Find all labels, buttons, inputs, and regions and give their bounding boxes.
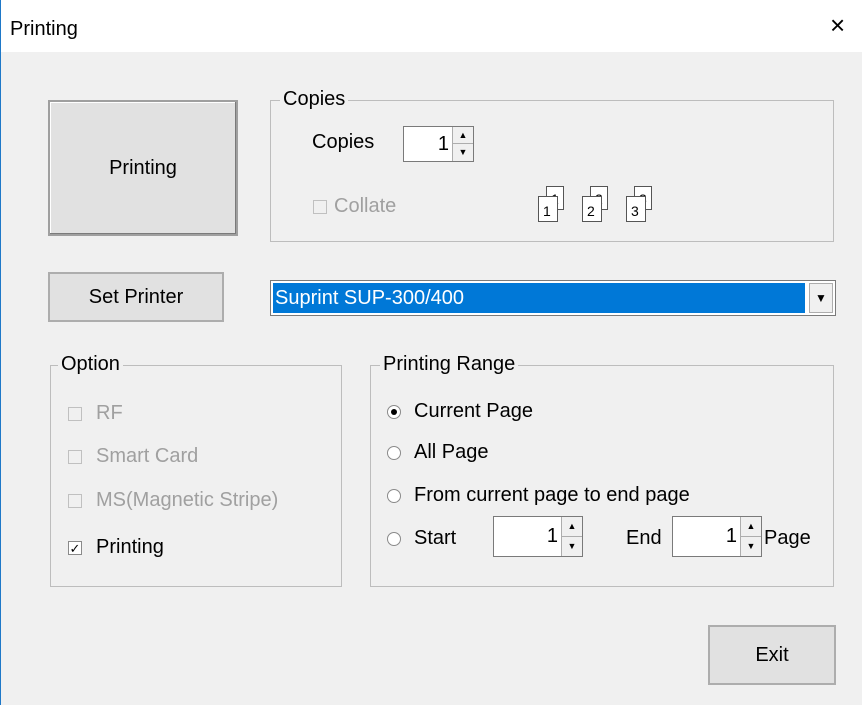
magnetic-stripe-label: MS(Magnetic Stripe) — [96, 489, 279, 511]
exit-label: Exit — [755, 643, 789, 666]
close-icon[interactable]: × — [830, 12, 845, 38]
end-page-value: 1 — [725, 525, 737, 547]
spin-up-icon[interactable]: ▲ — [741, 517, 761, 537]
printing-button-label: Printing — [109, 156, 177, 179]
radio-selected-dot — [391, 409, 397, 415]
copies-value: 1 — [437, 132, 449, 155]
printing-button[interactable]: Printing — [48, 100, 238, 236]
all-page-radio[interactable] — [387, 446, 401, 460]
option-legend: Option — [58, 353, 123, 376]
title-bar — [0, 0, 862, 52]
exit-button[interactable]: Exit — [708, 625, 836, 685]
spin-down-icon[interactable]: ▼ — [741, 537, 761, 557]
window-title: Printing — [10, 18, 78, 40]
printing-checkbox[interactable]: ✓ — [68, 541, 82, 555]
option-group — [50, 365, 342, 587]
spin-down-icon[interactable]: ▼ — [562, 537, 582, 557]
all-page-label: All Page — [414, 441, 489, 463]
printing-option-label: Printing — [96, 536, 164, 558]
collate-checkbox[interactable] — [313, 200, 327, 214]
magnetic-stripe-checkbox[interactable] — [68, 494, 82, 508]
start-label: Start — [414, 527, 457, 549]
page-label: Page — [764, 527, 811, 549]
collate-label: Collate — [334, 195, 397, 217]
current-to-end-radio[interactable] — [387, 489, 401, 503]
current-page-label: Current Page — [414, 400, 533, 422]
current-to-end-label: From current page to end page — [414, 484, 690, 506]
printer-select[interactable]: Suprint SUP-300/400 ▼ — [270, 280, 836, 316]
start-radio[interactable] — [387, 532, 401, 546]
spin-up-icon[interactable]: ▲ — [453, 127, 473, 144]
window-border — [0, 0, 1, 705]
printing-range-group — [370, 365, 834, 587]
copies-spinner[interactable]: 1 ▲ ▼ — [403, 126, 474, 162]
copies-spinner-arrows: ▲ ▼ — [452, 127, 473, 161]
copies-label: Copies — [312, 131, 375, 153]
chevron-down-icon[interactable]: ▼ — [809, 283, 833, 313]
end-label: End — [626, 527, 662, 549]
spin-down-icon[interactable]: ▼ — [453, 144, 473, 161]
printing-range-legend: Printing Range — [380, 353, 519, 376]
current-page-radio[interactable] — [387, 405, 401, 419]
page-front-2: 2 — [582, 196, 602, 222]
start-page-value: 1 — [546, 525, 558, 547]
check-icon: ✓ — [69, 540, 81, 556]
smart-card-label: Smart Card — [96, 445, 199, 467]
page-number: 3 — [631, 203, 639, 219]
page-number: 1 — [543, 203, 551, 219]
spin-up-icon[interactable]: ▲ — [562, 517, 582, 537]
end-spinner-arrows: ▲ ▼ — [740, 517, 761, 556]
copies-legend: Copies — [280, 88, 349, 111]
rf-checkbox[interactable] — [68, 407, 82, 421]
start-spinner-arrows: ▲ ▼ — [561, 517, 582, 556]
page-front-1: 1 — [538, 196, 558, 222]
page-front-3: 3 — [626, 196, 646, 222]
end-page-spinner[interactable]: 1 ▲ ▼ — [672, 516, 762, 557]
start-page-spinner[interactable]: 1 ▲ ▼ — [493, 516, 583, 557]
page-number: 2 — [587, 203, 595, 219]
set-printer-label: Set Printer — [88, 285, 184, 308]
set-printer-button[interactable]: Set Printer — [48, 272, 224, 322]
smart-card-checkbox[interactable] — [68, 450, 82, 464]
rf-label: RF — [96, 402, 123, 424]
printer-selected-value: Suprint SUP-300/400 — [273, 283, 805, 313]
collate-pages-icon: 1 1 2 2 3 3 — [538, 186, 668, 228]
